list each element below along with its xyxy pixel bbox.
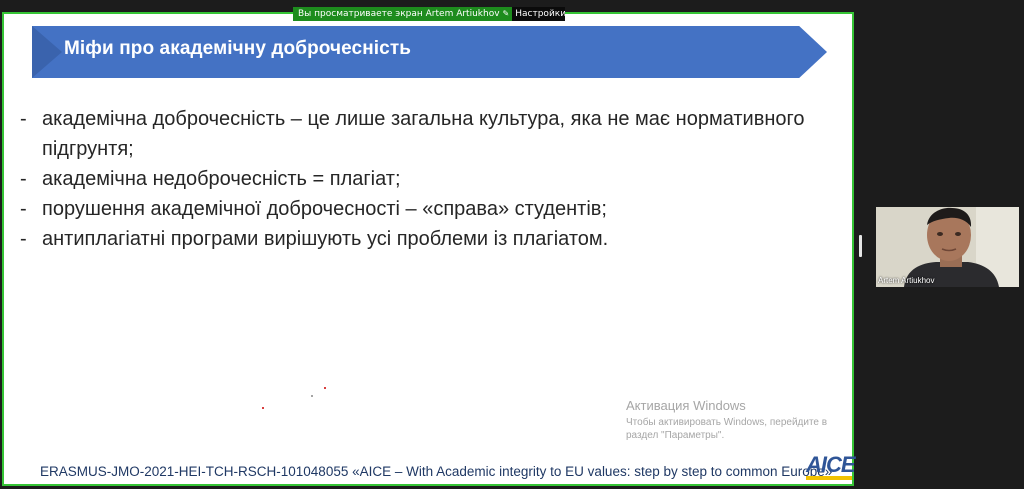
stray-dot	[262, 407, 264, 409]
slide-footer: ERASMUS-JMO-2021-HEI-TCH-RSCH-101048055 …	[40, 464, 833, 479]
activation-title: Активация Windows	[626, 398, 746, 413]
aice-logo: AICE	[806, 450, 856, 480]
logo-text: AICE	[806, 452, 856, 477]
bullet-marker: -	[20, 108, 27, 130]
participant-video	[876, 207, 1019, 287]
shared-screen-slide: Міфи про академічну доброчесність - акаде…	[2, 12, 856, 486]
participant-name: Artem Artiukhov	[878, 276, 935, 285]
panel-resize-handle[interactable]	[859, 235, 862, 257]
bullet-text: академічна доброчесність – це лише загал…	[42, 108, 805, 160]
bullet-text: порушення академічної доброчесності – «с…	[42, 198, 607, 220]
view-settings-button[interactable]: Настройки просмотра	[512, 7, 565, 21]
windows-activation-watermark: Активация Windows Чтобы активировать Win…	[626, 398, 840, 442]
bullet-marker: -	[20, 198, 27, 220]
bullet-marker: -	[20, 168, 27, 190]
bullet-text: академічна недоброчесність = плагіат;	[42, 168, 401, 190]
screen-share-label: Вы просматриваете экран Artem Artiukhov	[298, 9, 500, 19]
activation-message: Чтобы активировать Windows, перейдите в …	[626, 417, 828, 441]
bullet-item: - академічна недоброчесність = плагіат;	[20, 164, 840, 194]
bullet-list: - академічна доброчесність – це лише зага…	[20, 104, 840, 254]
bullet-marker: -	[20, 228, 27, 250]
bullet-item: - порушення академічної доброчесності – «…	[20, 194, 840, 224]
bullet-item: - академічна доброчесність – це лише зага…	[20, 104, 840, 164]
stray-dot	[311, 395, 313, 397]
pin-icon: ✎	[502, 9, 510, 18]
participant-video-tile[interactable]: Artem Artiukhov	[876, 207, 1019, 287]
screen-share-banner: Вы просматриваете экран Artem Artiukhov …	[293, 7, 565, 21]
stray-dot	[324, 387, 326, 389]
bullet-item: - антиплагіатні програми вирішують усі пр…	[20, 224, 840, 254]
logo-underline	[806, 476, 852, 480]
bullet-text: антиплагіатні програми вирішують усі про…	[42, 228, 609, 250]
slide-title: Міфи про академічну доброчесність	[64, 38, 412, 59]
